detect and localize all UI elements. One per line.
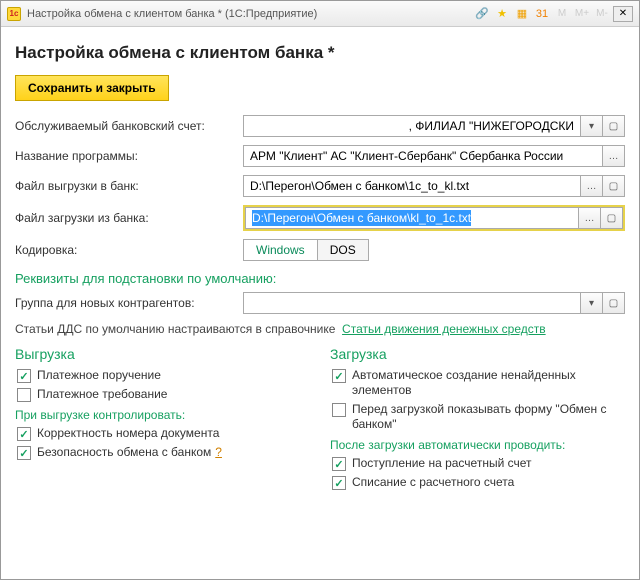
auto-create-checkbox[interactable]: ✓ <box>332 369 346 383</box>
close-button[interactable]: ✕ <box>613 6 633 22</box>
select-button[interactable]: … <box>603 145 625 167</box>
open-button[interactable]: ▢ <box>603 175 625 197</box>
exchange-security-label: Безопасность обмена с банком? <box>37 445 222 460</box>
browse-button[interactable]: … <box>579 207 601 229</box>
import-section-header: Загрузка <box>330 346 625 362</box>
open-button[interactable]: ▢ <box>603 292 625 314</box>
export-section-header: Выгрузка <box>15 346 310 362</box>
dds-hint: Статьи ДДС по умолчанию настраиваются в … <box>15 322 625 336</box>
dds-link[interactable]: Статьи движения денежных средств <box>342 322 546 336</box>
auto-create-label: Автоматическое создание ненайденных элем… <box>352 368 625 398</box>
bank-account-label: Обслуживаемый банковский счет: <box>15 119 237 133</box>
program-name-input[interactable]: АРМ "Клиент" АС "Клиент-Сбербанк" Сберба… <box>243 145 603 167</box>
dropdown-button[interactable]: ▾ <box>581 292 603 314</box>
defaults-section-header: Реквизиты для подстановки по умолчанию: <box>15 271 625 286</box>
contractor-group-input[interactable] <box>243 292 581 314</box>
show-form-label: Перед загрузкой показывать форму "Обмен … <box>352 402 625 432</box>
memory-m-icon[interactable]: M <box>553 5 571 23</box>
payment-request-label: Платежное требование <box>37 387 167 402</box>
save-and-close-button[interactable]: Сохранить и закрыть <box>15 75 169 101</box>
encoding-dos-button[interactable]: DOS <box>318 240 368 260</box>
doc-number-checkbox[interactable]: ✓ <box>17 427 31 441</box>
doc-number-label: Корректность номера документа <box>37 426 219 441</box>
export-file-label: Файл выгрузки в банк: <box>15 179 237 193</box>
link-icon[interactable]: 🔗 <box>473 5 491 23</box>
dropdown-button[interactable]: ▾ <box>581 115 603 137</box>
contractor-group-label: Группа для новых контрагентов: <box>15 296 237 310</box>
open-button[interactable]: ▢ <box>603 115 625 137</box>
payment-request-checkbox[interactable] <box>17 388 31 402</box>
writeoff-label: Списание с расчетного счета <box>352 475 514 490</box>
encoding-windows-button[interactable]: Windows <box>244 240 318 260</box>
import-file-input[interactable]: D:\Перегон\Обмен с банком\kl_to_1c.txt <box>245 207 579 229</box>
receipt-checkbox[interactable]: ✓ <box>332 457 346 471</box>
calendar-icon[interactable]: 31 <box>533 5 551 23</box>
payment-order-label: Платежное поручение <box>37 368 161 383</box>
receipt-label: Поступление на расчетный счет <box>352 456 532 471</box>
memory-mplus-icon[interactable]: M+ <box>573 5 591 23</box>
page-title: Настройка обмена с клиентом банка * <box>15 43 625 63</box>
window-titlebar: 1c Настройка обмена с клиентом банка * (… <box>1 1 639 27</box>
payment-order-checkbox[interactable]: ✓ <box>17 369 31 383</box>
show-form-checkbox[interactable] <box>332 403 346 417</box>
program-name-label: Название программы: <box>15 149 237 163</box>
bank-account-input[interactable]: , ФИЛИАЛ "НИЖЕГОРОДСКИ <box>243 115 581 137</box>
help-link[interactable]: ? <box>215 445 222 459</box>
app-logo-icon: 1c <box>7 7 21 21</box>
favorite-icon[interactable]: ★ <box>493 5 511 23</box>
calculator-icon[interactable]: ▦ <box>513 5 531 23</box>
open-button[interactable]: ▢ <box>601 207 623 229</box>
browse-button[interactable]: … <box>581 175 603 197</box>
memory-mminus-icon[interactable]: M- <box>593 5 611 23</box>
writeoff-checkbox[interactable]: ✓ <box>332 476 346 490</box>
exchange-security-checkbox[interactable]: ✓ <box>17 446 31 460</box>
export-control-header: При выгрузке контролировать: <box>15 408 310 422</box>
autopost-header: После загрузки автоматически проводить: <box>330 438 625 452</box>
import-file-label: Файл загрузки из банка: <box>15 211 237 225</box>
window-title: Настройка обмена с клиентом банка * (1С:… <box>27 8 467 20</box>
encoding-label: Кодировка: <box>15 243 237 257</box>
encoding-toggle: Windows DOS <box>243 239 369 261</box>
export-file-input[interactable]: D:\Перегон\Обмен с банком\1c_to_kl.txt <box>243 175 581 197</box>
